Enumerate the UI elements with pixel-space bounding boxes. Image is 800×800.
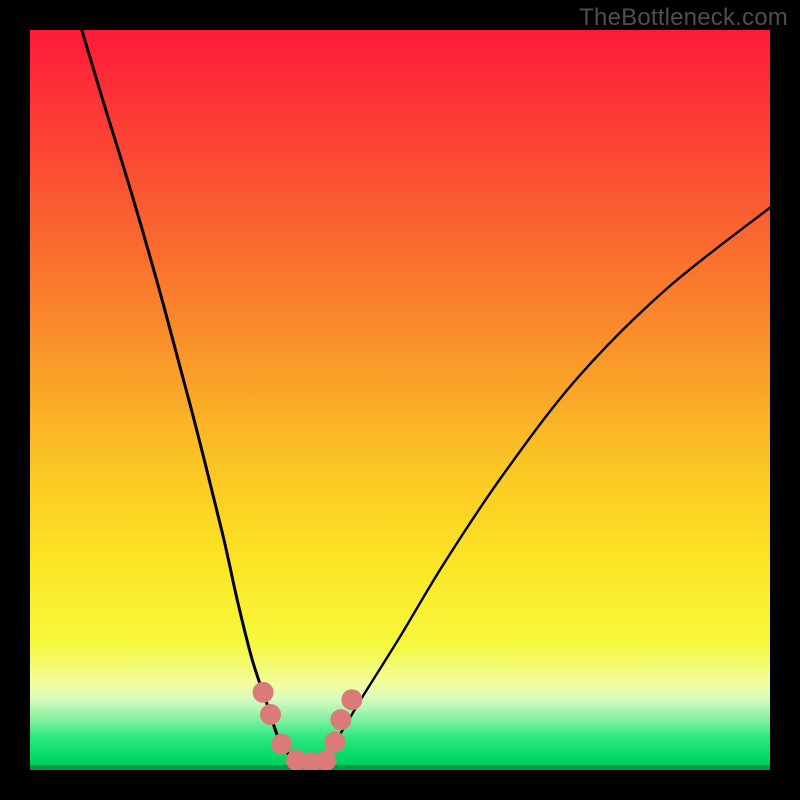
bottleneck-chart: [30, 30, 770, 770]
optimum-marker: [316, 750, 337, 770]
baseline-strip: [30, 765, 770, 770]
optimum-marker: [260, 704, 281, 725]
optimum-marker: [253, 682, 274, 703]
watermark-text: TheBottleneck.com: [579, 4, 788, 32]
gradient-background: [30, 30, 770, 770]
optimum-marker: [341, 689, 362, 710]
optimum-marker: [271, 734, 292, 755]
optimum-marker: [324, 731, 345, 752]
optimum-marker: [330, 709, 351, 730]
chart-frame: TheBottleneck.com: [0, 0, 800, 800]
